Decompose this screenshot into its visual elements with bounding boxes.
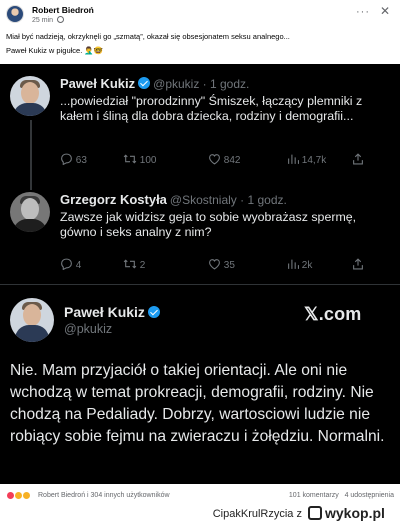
main-tweet-handle: @pkukiz (64, 322, 113, 336)
globe-icon (56, 16, 64, 23)
tweet-2-name: Grzegorz Kostyła (60, 192, 167, 207)
heart-icon (209, 154, 220, 165)
main-tweet-header: Paweł Kukiz (64, 304, 160, 320)
x-logo: 𝕏.com (304, 304, 362, 324)
more-options-button[interactable]: ··· (356, 6, 370, 18)
reply-action[interactable]: 63 (60, 153, 87, 166)
reply-icon (61, 153, 72, 165)
reply-action[interactable]: 4 (60, 258, 81, 271)
views-chart-icon (288, 259, 299, 269)
reactions-label[interactable]: Robert Biedroń i 304 innych użytkowników (38, 492, 170, 499)
post-meta: 25 min (32, 16, 64, 24)
retweet-icon (123, 259, 137, 269)
tweet-2-avatar (10, 192, 50, 232)
tweet-divider (0, 284, 400, 285)
tweet-screenshot[interactable]: Paweł Kukiz @pkukiz · 1 godz. ...powiedzi… (0, 64, 400, 484)
wow-reaction-icon (22, 491, 31, 500)
post-counts: 101 komentarzy 4 udostępnienia (289, 492, 394, 499)
tweet-1-handle: @pkukiz · 1 godz. (153, 77, 250, 91)
retweet-action[interactable]: 100 (123, 153, 156, 166)
like-action[interactable]: 35 (208, 258, 235, 271)
share-action[interactable] (352, 153, 364, 166)
share-icon (353, 258, 363, 270)
views-action[interactable]: 2k (287, 258, 312, 271)
tweet-2-text: Zawsze jak widzisz geja to sobie wyobraż… (60, 210, 357, 239)
shares-count[interactable]: 4 udostępnienia (345, 492, 394, 499)
main-tweet-name: Paweł Kukiz (64, 304, 145, 320)
views-action[interactable]: 14,7k (287, 153, 326, 166)
tweet-1-actions: 63 100 842 14,7k (60, 153, 390, 167)
reactions-bar: Robert Biedroń i 304 innych użytkowników… (6, 490, 394, 504)
close-button[interactable]: ✕ (380, 4, 390, 18)
reply-icon (61, 258, 72, 270)
tweet-2-header: Grzegorz Kostyła @Skostnialy · 1 godz. (60, 192, 287, 207)
verified-badge-icon (147, 306, 160, 318)
post-time[interactable]: 25 min (32, 17, 53, 24)
post-header: Robert Biedroń 25 min ··· ✕ (6, 4, 394, 26)
retweet-action[interactable]: 2 (123, 258, 145, 271)
tweet-1-header: Paweł Kukiz @pkukiz · 1 godz. (60, 76, 249, 91)
heart-icon (209, 259, 220, 270)
share-action[interactable] (352, 258, 364, 271)
retweet-icon (123, 154, 137, 164)
tweet-2-handle: @Skostnialy · 1 godz. (169, 193, 287, 207)
verified-badge-icon (138, 77, 151, 89)
wykop-logo-icon (308, 506, 322, 520)
like-action[interactable]: 842 (208, 153, 240, 166)
watermark-user: CipakKrulRzycia z (212, 508, 302, 520)
author-avatar[interactable] (6, 5, 24, 23)
watermark: CipakKrulRzycia z wykop.pl (136, 505, 396, 523)
views-chart-icon (288, 154, 299, 164)
main-tweet-avatar (10, 298, 54, 342)
thread-line (30, 120, 32, 190)
author-name[interactable]: Robert Biedroń (32, 5, 94, 15)
comments-count[interactable]: 101 komentarzy (289, 492, 339, 499)
tweet-2-actions: 4 2 35 2k (60, 258, 390, 272)
wykop-logo: wykop.pl (308, 505, 396, 523)
tweet-1-text: ...powiedział "prorodzinny" Śmiszek, łąc… (60, 94, 363, 123)
post-text-line-1: Miał być nadzieją, okrzyknęli go „szmatą… (6, 32, 290, 41)
tweet-1-name: Paweł Kukiz (60, 76, 136, 91)
post-text-line-2: Paweł Kukiz w pigułce. 🤦‍♂️🤓 (6, 46, 104, 55)
main-tweet-text: Nie. Mam przyjaciół o takiej orientacji.… (10, 362, 385, 445)
tweet-1-avatar (10, 76, 50, 116)
share-icon (353, 153, 363, 165)
